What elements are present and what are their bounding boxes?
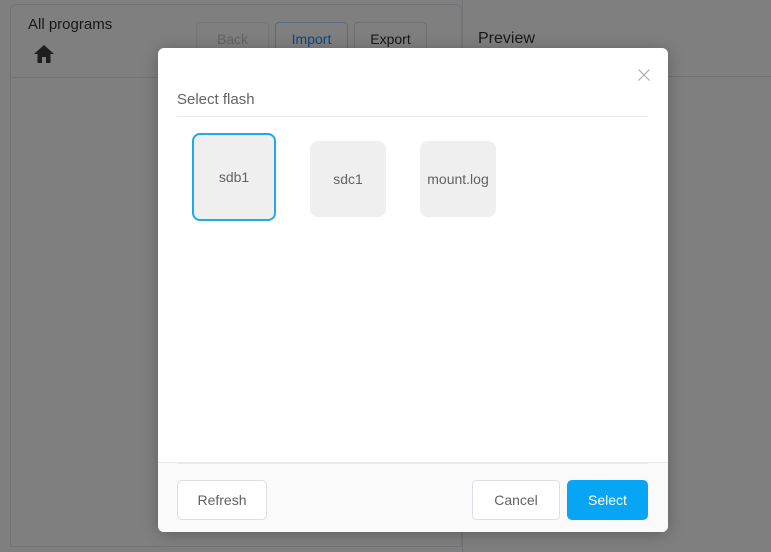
dialog-title: Select flash (177, 91, 255, 108)
device-card-label: sdb1 (218, 169, 250, 185)
device-card-label: sdc1 (333, 171, 363, 187)
device-card[interactable]: mount.log (420, 141, 496, 217)
select-button[interactable]: Select (567, 480, 648, 520)
cancel-button[interactable]: Cancel (472, 480, 560, 520)
device-card-label: mount.log (427, 171, 489, 187)
dialog-footer: Refresh Cancel Select (158, 462, 668, 532)
dialog-body: sdb1 sdc1 mount.log (158, 117, 668, 462)
dialog-header: Select flash (158, 48, 668, 117)
device-card[interactable]: sdc1 (310, 141, 386, 217)
select-flash-dialog: Select flash sdb1 sdc1 mount.log Refresh… (158, 48, 668, 532)
dialog-footer-divider (177, 463, 648, 464)
refresh-button[interactable]: Refresh (177, 480, 267, 520)
device-grid: sdb1 sdc1 mount.log (192, 133, 496, 221)
device-card-selected[interactable]: sdb1 (192, 133, 276, 221)
close-icon[interactable] (635, 66, 653, 84)
